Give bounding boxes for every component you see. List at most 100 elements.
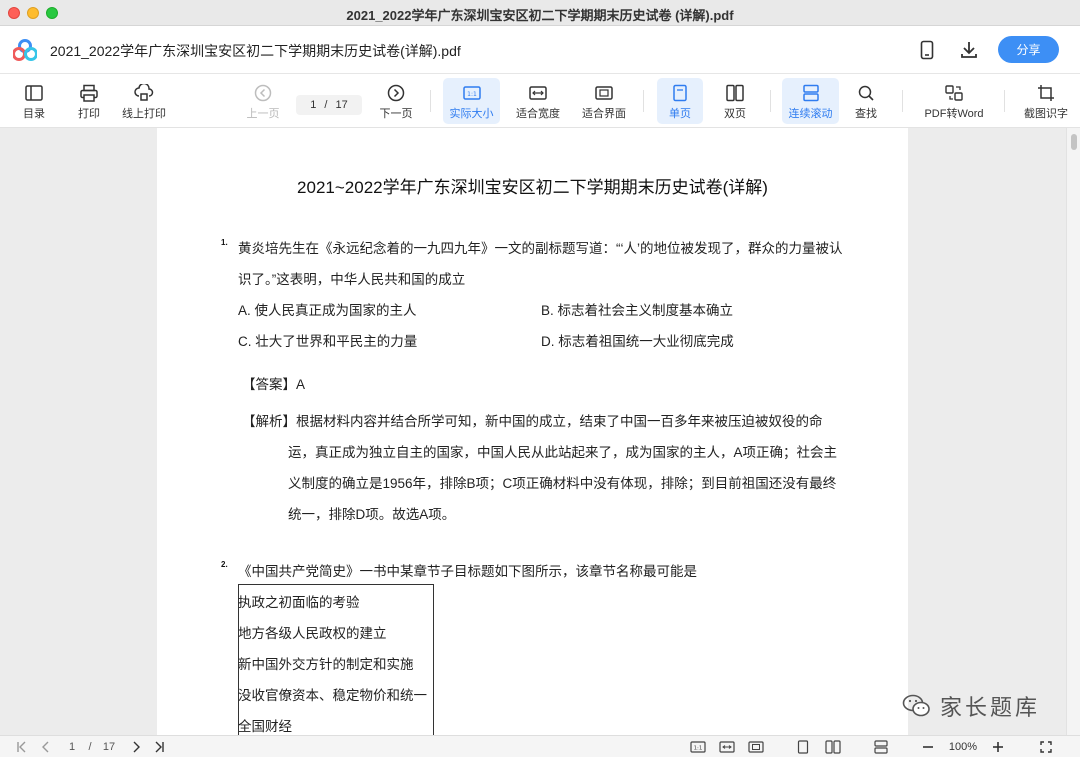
last-page-icon[interactable] — [151, 739, 167, 755]
option-a: A. 使人民真正成为国家的主人 — [238, 303, 417, 318]
single-page-icon — [673, 84, 687, 102]
document-viewport[interactable]: 2021~2022学年广东深圳宝安区初二下学期期末历史试卷(详解) 1. 黄炎培… — [0, 128, 1080, 735]
single-page-icon[interactable] — [794, 739, 812, 755]
fit-page-icon[interactable] — [746, 739, 766, 755]
printer-icon — [80, 84, 98, 102]
question-stem: 黄炎培先生在《永远纪念着的一九四九年》一文的副标题写道：“‘人’的地位被发现了，… — [238, 241, 843, 256]
double-page-button[interactable]: 双页 — [714, 78, 756, 124]
option-c: C. 壮大了世界和平民主的力量 — [238, 334, 418, 349]
continuous-scroll-button[interactable]: 连续滚动 — [782, 78, 839, 124]
cloud-print-icon — [134, 84, 154, 101]
analysis-text: 义制度的确立是1956年，排除B项；C项正确材料中没有体现，排除；到目前祖国还没… — [288, 476, 837, 491]
actual-size-icon[interactable]: 1:1 — [688, 739, 708, 755]
online-print-label: 线上打印 — [122, 108, 166, 120]
single-page-label: 单页 — [669, 108, 691, 120]
status-page-separator: / — [88, 741, 92, 753]
pdf-to-word-button[interactable]: PDF转Word — [918, 78, 990, 124]
page-separator: / — [324, 99, 328, 111]
question-number: 1. — [221, 238, 228, 247]
page-number-input[interactable]: 1 / 17 — [296, 95, 362, 115]
scrollbar-thumb[interactable] — [1071, 134, 1077, 150]
status-bar: 1 / 17 1:1 100% — [0, 735, 1080, 757]
toc-button[interactable]: 目录 — [14, 78, 54, 124]
next-icon[interactable] — [128, 739, 144, 755]
fit-width-button[interactable]: 适合宽度 — [511, 78, 565, 124]
online-print-button[interactable]: 线上打印 — [118, 78, 170, 124]
next-page-button[interactable]: 下一页 — [375, 78, 417, 124]
phone-icon[interactable] — [915, 38, 939, 62]
zoom-out-icon[interactable] — [920, 739, 936, 755]
table-row: 全国财经 — [238, 719, 292, 734]
zoom-in-icon[interactable] — [990, 739, 1006, 755]
main-toolbar: 目录 打印 线上打印 上一页 下一页 1:1 实际大小 适合宽度 适合界面 单页… — [0, 74, 1080, 128]
option-d: D. 标志着祖国统一大业彻底完成 — [541, 334, 734, 349]
first-page-icon[interactable] — [14, 739, 30, 755]
double-page-icon — [726, 84, 744, 102]
fit-page-button[interactable]: 适合界面 — [577, 78, 631, 124]
search-icon — [858, 85, 874, 101]
actual-size-icon: 1:1 — [462, 86, 481, 100]
table-row: 没收官僚资本、稳定物价和统一 — [238, 688, 427, 703]
svg-text:1:1: 1:1 — [467, 91, 477, 98]
window-title: 2021_2022学年广东深圳宝安区初二下学期期末历史试卷 (详解).pdf — [346, 8, 734, 23]
actual-size-button[interactable]: 1:1 实际大小 — [443, 78, 500, 124]
analysis-text: 根据材料内容并结合所学可知，新中国的成立，结束了中国一百多年来被压迫被奴役的命 — [296, 414, 823, 429]
next-page-label: 下一页 — [379, 108, 413, 120]
share-button[interactable]: 分享 — [998, 36, 1059, 63]
prev-icon[interactable] — [38, 739, 54, 755]
status-current-page[interactable]: 1 — [64, 739, 80, 755]
prev-page-label: 上一页 — [246, 108, 280, 120]
answer-line: 【答案】A — [242, 373, 305, 393]
fit-width-icon — [529, 86, 547, 100]
toolbar-divider — [430, 90, 431, 112]
fit-width-icon[interactable] — [717, 739, 737, 755]
watermark: 家长题库 — [902, 690, 1040, 722]
print-button[interactable]: 打印 — [69, 78, 109, 124]
pdf-page: 2021~2022学年广东深圳宝安区初二下学期期末历史试卷(详解) 1. 黄炎培… — [157, 128, 908, 735]
search-button[interactable]: 查找 — [846, 78, 886, 124]
analysis-text: 运，真正成为独立自主的国家，中国人民从此站起来了，成为国家的主人，A项正确；社会… — [288, 445, 838, 460]
prev-page-icon — [254, 84, 272, 102]
prev-page-button[interactable]: 上一页 — [243, 78, 283, 124]
toolbar-divider — [770, 90, 771, 112]
next-page-icon — [387, 84, 405, 102]
status-total-pages: 17 — [102, 741, 116, 753]
ocr-label: 截图识字 — [1024, 108, 1068, 120]
option-b: B. 标志着社会主义制度基本确立 — [541, 303, 734, 318]
wechat-icon — [902, 694, 930, 717]
single-page-button[interactable]: 单页 — [657, 78, 703, 124]
toc-label: 目录 — [23, 108, 45, 120]
toolbar-divider — [902, 90, 903, 112]
window-titlebar: 2021_2022学年广东深圳宝安区初二下学期期末历史试卷 (详解).pdf — [0, 0, 1080, 26]
pdf-to-word-label: PDF转Word — [924, 108, 984, 120]
vertical-scrollbar[interactable] — [1066, 128, 1080, 735]
search-label: 查找 — [855, 108, 877, 120]
fit-page-icon — [595, 86, 613, 100]
document-title: 2021~2022学年广东深圳宝安区初二下学期期末历史试卷(详解) — [297, 178, 768, 197]
zoom-level[interactable]: 100% — [944, 739, 982, 755]
app-logo-icon — [12, 39, 38, 61]
answer-value: A — [296, 377, 306, 392]
question-stem: 《中国共产党简史》一书中某章节子目标题如下图所示，该章节名称最可能是 — [238, 564, 697, 579]
answer-label: 【答案】 — [242, 377, 296, 392]
toc-icon — [25, 85, 43, 101]
toolbar-divider — [1004, 90, 1005, 112]
download-icon[interactable] — [957, 38, 981, 62]
crop-icon — [1038, 85, 1054, 101]
continuous-icon[interactable] — [871, 739, 891, 755]
actual-size-label: 实际大小 — [449, 108, 494, 120]
question-number: 2. — [221, 560, 228, 569]
svg-text:1:1: 1:1 — [694, 746, 703, 752]
convert-icon — [945, 85, 963, 101]
fit-page-label: 适合界面 — [582, 108, 626, 120]
print-label: 打印 — [78, 108, 100, 120]
document-file-name: 2021_2022学年广东深圳宝安区初二下学期期末历史试卷(详解).pdf — [50, 43, 461, 59]
analysis-label: 【解析】 — [242, 414, 296, 429]
analysis-text: 统一，排除D项。故选A项。 — [288, 507, 456, 522]
ocr-button[interactable]: 截图识字 — [1018, 78, 1074, 124]
analysis-line: 【解析】根据材料内容并结合所学可知，新中国的成立，结束了中国一百多年来被压迫被奴… — [242, 410, 823, 430]
watermark-text: 家长题库 — [940, 696, 1041, 721]
fullscreen-icon[interactable] — [1037, 739, 1055, 755]
total-pages: 17 — [335, 99, 348, 111]
double-page-icon[interactable] — [823, 739, 843, 755]
